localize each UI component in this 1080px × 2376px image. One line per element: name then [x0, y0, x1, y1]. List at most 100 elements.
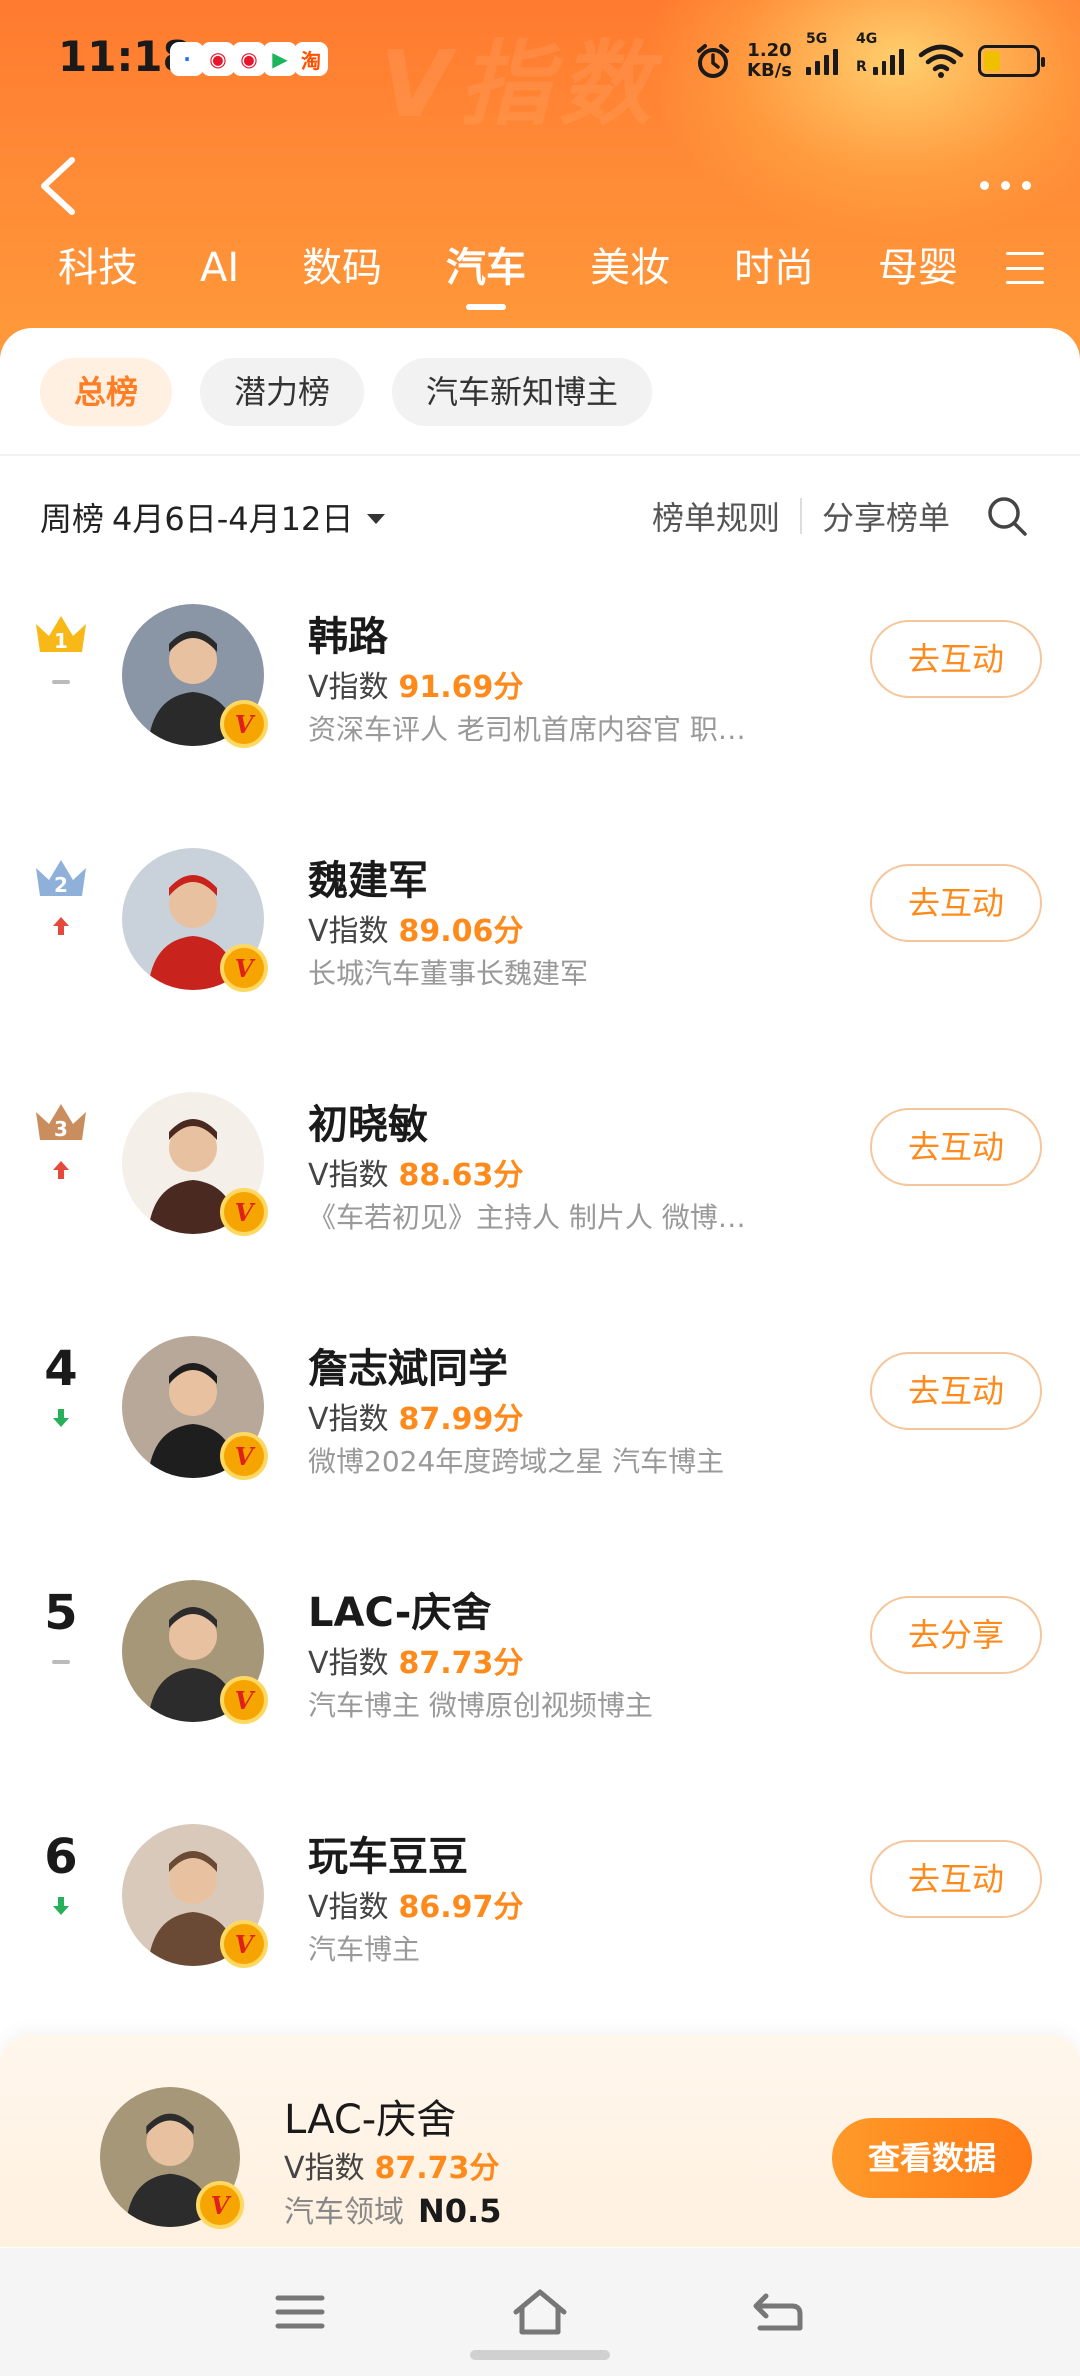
share-link[interactable]: 分享榜单	[822, 493, 950, 539]
verified-badge-icon: V	[220, 944, 268, 992]
verified-badge-icon: V	[220, 1920, 268, 1968]
roaming-label: R	[856, 59, 867, 75]
trend-up-icon	[49, 904, 73, 942]
interact-button[interactable]: 去分享	[870, 1596, 1042, 1674]
interact-button[interactable]: 去互动	[870, 1352, 1042, 1430]
video-app-icon: ▶	[263, 42, 297, 76]
signal-4g-icon: 4G R	[856, 31, 904, 75]
tab-digital[interactable]: 数码	[302, 238, 382, 298]
category-menu-icon[interactable]	[1006, 252, 1044, 284]
score-label: V指数	[308, 1402, 389, 1437]
score-value: 86.97分	[398, 1890, 524, 1925]
verified-badge-icon: V	[220, 700, 268, 748]
crown-icon: 1	[32, 610, 90, 660]
rank-indicator: 6	[28, 1830, 94, 1920]
back-button[interactable]	[28, 150, 88, 220]
dot-icon	[979, 180, 989, 190]
trend-down-icon	[49, 1884, 73, 1922]
status-bar: 11:18 · ◉ ◉ ▶ 淘 1.20 KB/s 5G 4G R	[0, 0, 1080, 120]
rank-indicator: 4	[28, 1342, 94, 1432]
signal-5g-label: 5G	[806, 31, 828, 47]
ranking-row[interactable]: 5 V LAC-庆舍 V指数 87.73分 汽车博主 微博原创视频博主 去分享	[0, 1540, 1080, 1740]
more-options-button[interactable]	[970, 170, 1040, 200]
ranking-row[interactable]: 4 V 詹志斌同学 V指数 87.99分 微博2024年度跨域之星 汽车博主 去互动	[0, 1296, 1080, 1496]
network-speed-unit: KB/s	[747, 60, 792, 81]
network-speed: 1.20 KB/s	[747, 41, 792, 81]
tab-auto[interactable]: 汽车	[446, 238, 526, 310]
score-label: V指数	[308, 670, 389, 705]
blogger-name[interactable]: 魏建军	[308, 848, 428, 906]
baidu-icon: ·	[170, 42, 204, 76]
taobao-icon: 淘	[294, 42, 328, 76]
ranking-row[interactable]: 2 V 魏建军 V指数 89.06分 长城汽车董事长魏建军 去互动	[0, 808, 1080, 1008]
score-label: V指数	[308, 1646, 389, 1681]
interact-button[interactable]: 去互动	[870, 1108, 1042, 1186]
my-name: LAC-庆舍	[284, 2097, 457, 2143]
ranking-row[interactable]: 3 V 初晓敏 V指数 88.63分 《车若初见》主持人 制片人 微博… 去互动	[0, 1052, 1080, 1252]
my-avatar[interactable]: V	[100, 2087, 244, 2229]
ranking-row[interactable]: 1 V 韩路 V指数 91.69分资深车评人 老司机首席内容官 职… 去互动	[0, 564, 1080, 764]
avatar[interactable]: V	[122, 1824, 268, 1968]
tab-ai[interactable]: AI	[200, 238, 239, 298]
rules-link[interactable]: 榜单规则	[652, 493, 780, 539]
verified-badge-icon: V	[196, 2181, 244, 2229]
tab-maternity[interactable]: 母婴	[878, 238, 958, 298]
blogger-name[interactable]: LAC-庆舍	[308, 1580, 491, 1638]
view-data-button[interactable]: 查看数据	[832, 2118, 1032, 2198]
filter-tabs: 总榜 潜力榜 汽车新知博主	[40, 358, 653, 426]
avatar[interactable]: V	[122, 604, 268, 748]
rank-indicator: 2	[28, 854, 94, 944]
blogger-description: 汽车博主	[308, 1933, 421, 1966]
battery-icon	[978, 45, 1045, 77]
period-range: 4月6日-4月12日	[112, 500, 354, 538]
return-icon[interactable]	[748, 2284, 808, 2340]
ranking-row[interactable]: 6 V 玩车豆豆 V指数 86.97分 汽车博主 去互动	[0, 1784, 1080, 1984]
ranking-toolbar: 榜单规则 分享榜单	[652, 488, 1030, 544]
dot-icon	[1021, 180, 1031, 190]
caret-down-icon	[367, 514, 386, 524]
svg-text:1: 1	[54, 629, 68, 653]
trend-down-icon	[49, 1396, 73, 1434]
interact-button[interactable]: 去互动	[870, 620, 1042, 698]
blogger-name[interactable]: 玩车豆豆	[308, 1824, 468, 1882]
blogger-name[interactable]: 初晓敏	[308, 1092, 428, 1150]
period-selector[interactable]: 周榜 4月6日-4月12日	[40, 494, 386, 540]
tab-beauty[interactable]: 美妆	[590, 238, 670, 298]
chip-overall[interactable]: 总榜	[40, 358, 173, 426]
blogger-name[interactable]: 詹志斌同学	[308, 1336, 508, 1394]
network-speed-value: 1.20	[747, 40, 792, 61]
score-value: 87.99分	[398, 1402, 524, 1437]
avatar[interactable]: V	[122, 848, 268, 992]
v-index: V指数 88.63分	[308, 1150, 523, 1194]
menu-icon[interactable]	[270, 2284, 330, 2340]
status-right: 1.20 KB/s 5G 4G R	[693, 31, 1045, 86]
score-value: 87.73分	[398, 1646, 524, 1681]
avatar[interactable]: V	[122, 1580, 268, 1724]
tab-tech[interactable]: 科技	[58, 238, 138, 298]
interact-button[interactable]: 去互动	[870, 1840, 1042, 1918]
blogger-description: 资深车评人 老司机首席内容官 职…	[308, 713, 746, 746]
verified-badge-icon: V	[220, 1432, 268, 1480]
verified-badge-icon: V	[220, 1188, 268, 1236]
weibo-icon: ◉	[232, 42, 266, 76]
score-value: 91.69分	[398, 670, 524, 705]
alarm-icon	[697, 44, 730, 78]
chip-potential[interactable]: 潜力榜	[200, 358, 365, 426]
avatar[interactable]: V	[122, 1336, 268, 1480]
search-icon[interactable]	[984, 493, 1030, 539]
trend-same-icon	[49, 1640, 73, 1678]
crown-icon: 2	[32, 854, 90, 904]
v-index: V指数 87.99分	[308, 1394, 523, 1438]
interact-button[interactable]: 去互动	[870, 864, 1042, 942]
my-field-rank: 汽车领域 N0.5	[284, 2187, 501, 2231]
home-icon[interactable]	[508, 2284, 572, 2340]
avatar[interactable]: V	[122, 1092, 268, 1236]
trend-same-icon	[49, 660, 73, 698]
tab-fashion[interactable]: 时尚	[734, 238, 814, 298]
blogger-description: 长城汽车董事长魏建军	[308, 957, 589, 990]
gesture-bar[interactable]	[470, 2350, 610, 2360]
svg-text:3: 3	[54, 1117, 68, 1141]
weibo-icon: ◉	[201, 42, 235, 76]
chip-new-bloggers[interactable]: 汽车新知博主	[392, 358, 653, 426]
blogger-name[interactable]: 韩路	[308, 604, 388, 662]
